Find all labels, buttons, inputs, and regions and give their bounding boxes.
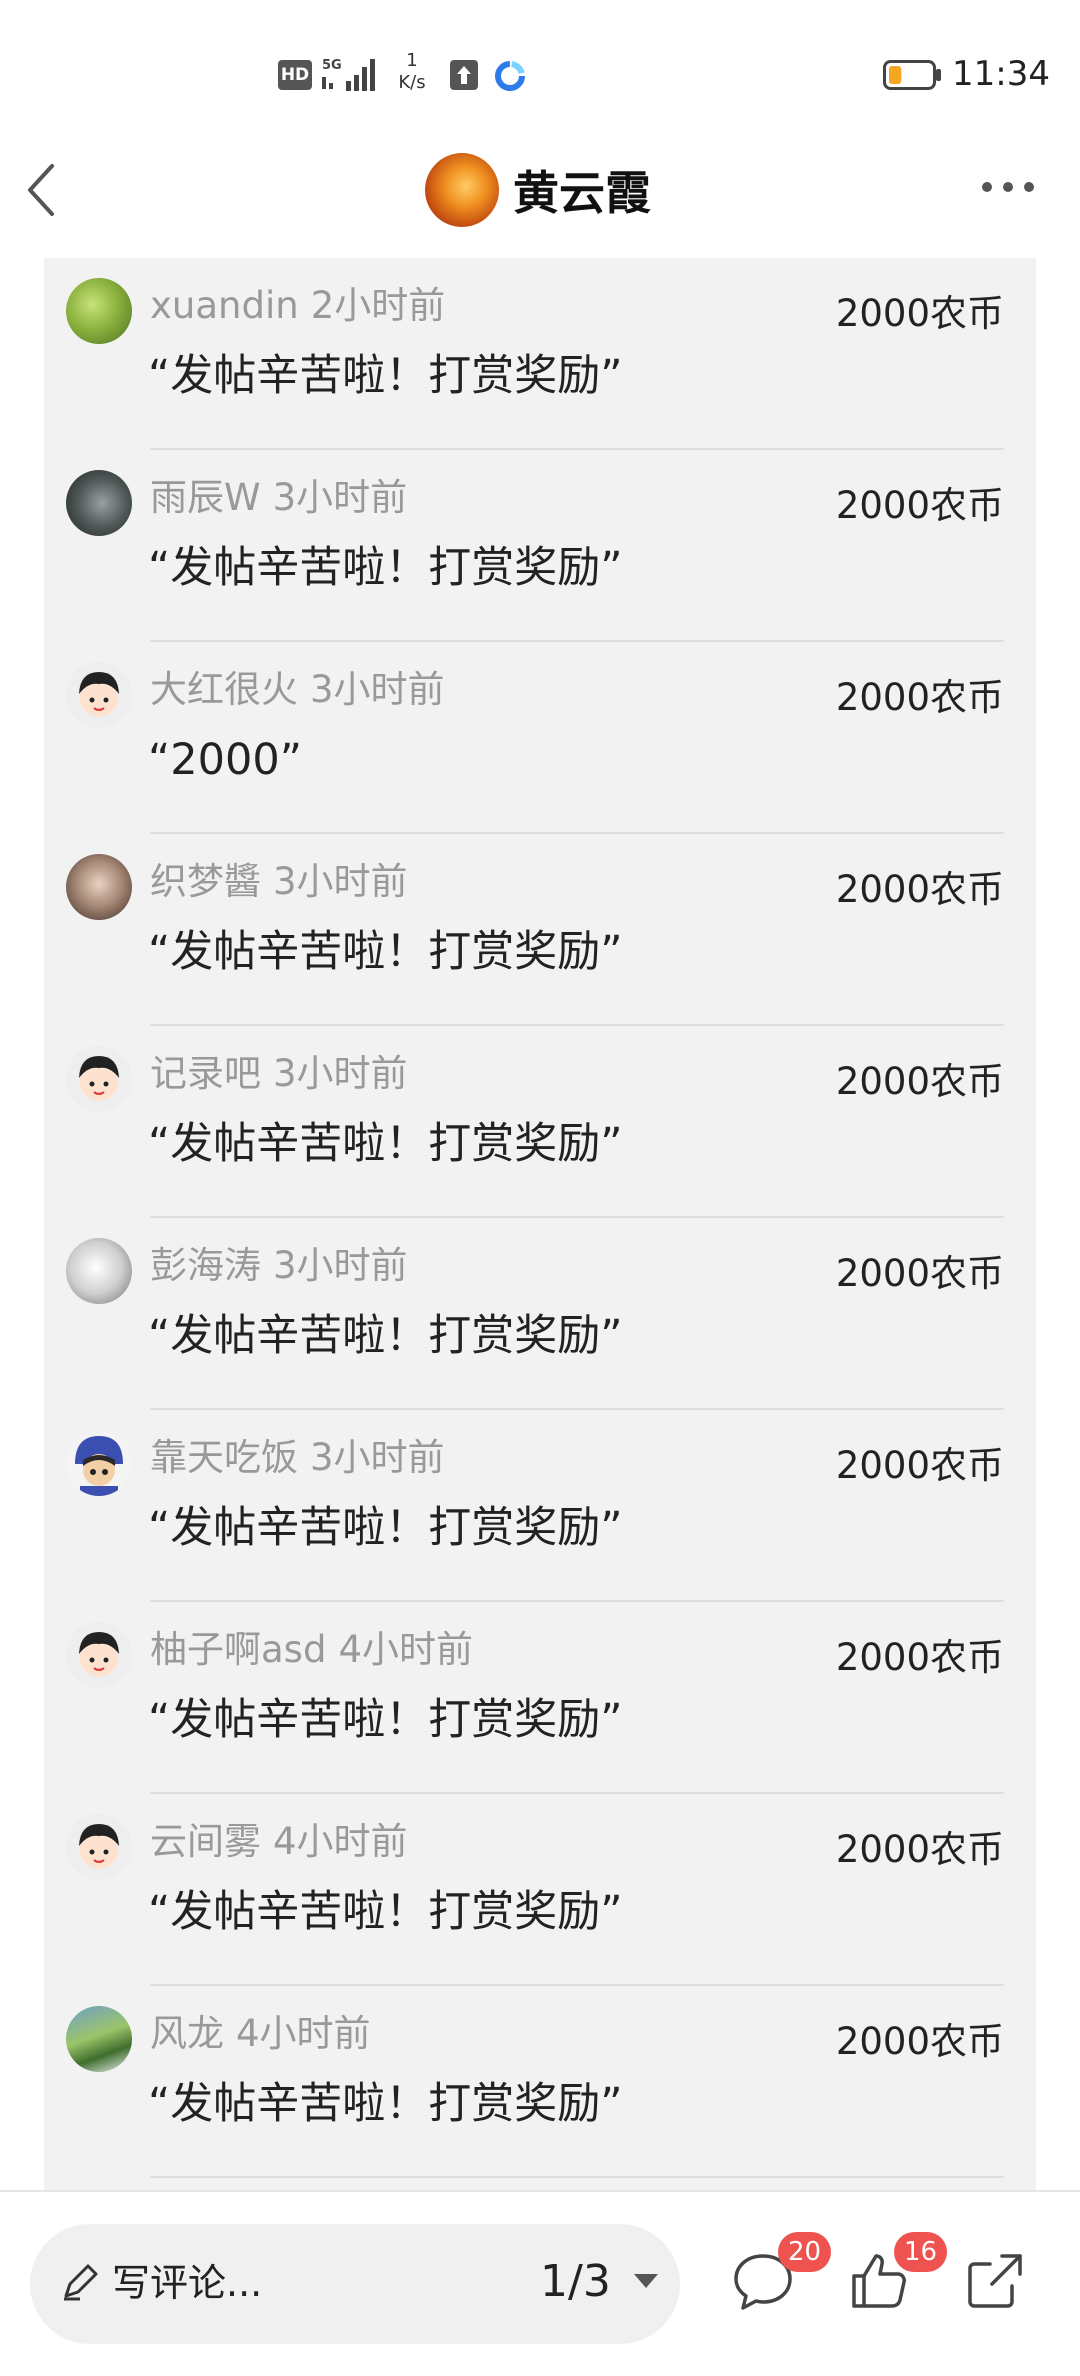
time-ago: 3小时前 <box>310 668 445 711</box>
time-ago: 2小时前 <box>310 284 446 327</box>
share-icon[interactable] <box>962 2248 1028 2314</box>
reward-list[interactable]: xuandin 2小时前 “发帖辛苦啦！打赏奖励” 2000农币 雨辰W 3小时前 … <box>44 258 1036 2190</box>
user-name-text: 记录吧 <box>150 1052 261 1095</box>
reward-message: “发帖辛苦啦！打赏奖励” <box>148 2079 623 2129</box>
reward-message: “发帖辛苦啦！打赏奖励” <box>148 1695 623 1745</box>
page-indicator[interactable]: 1/3 <box>540 2254 611 2310</box>
user-name[interactable]: 风龙 4小时前 <box>150 2012 371 2056</box>
list-item[interactable]: 靠天吃饭 3小时前 “发帖辛苦啦！打赏奖励” 2000农币 <box>44 1410 1036 1602</box>
list-item[interactable]: 织梦醬 3小时前 “发帖辛苦啦！打赏奖励” 2000农币 <box>44 834 1036 1026</box>
caret-down-icon[interactable] <box>632 2272 660 2290</box>
reward-amount: 2000农币 <box>835 2020 1004 2063</box>
time-ago: 4小时前 <box>273 1820 408 1863</box>
avatar[interactable] <box>66 470 132 536</box>
user-name-text: 靠天吃饭 <box>150 1436 298 1479</box>
time-ago: 3小时前 <box>310 1436 445 1479</box>
time-ago: 4小时前 <box>338 1628 473 1671</box>
reward-amount: 2000农币 <box>835 868 1004 911</box>
reward-message: “发帖辛苦啦！打赏奖励” <box>148 1503 623 1553</box>
comment-placeholder[interactable]: 写评论... <box>112 2258 262 2308</box>
user-name-text: xuandin <box>150 284 299 327</box>
avatar[interactable] <box>66 1814 132 1880</box>
status-bar: HD 5G 1 K/s 11:34 <box>0 0 1080 140</box>
reward-amount: 2000农币 <box>835 292 1004 335</box>
like-count-badge: 16 <box>894 2232 948 2272</box>
user-name[interactable]: 织梦醬 3小时前 <box>150 860 408 904</box>
page-title-group[interactable]: 黄云霞 <box>425 150 651 230</box>
time-ago: 4小时前 <box>236 2012 371 2055</box>
back-arrow-icon[interactable] <box>22 160 62 220</box>
user-name-text: 彭海涛 <box>150 1244 261 1287</box>
network-speed: 1 K/s <box>392 50 432 94</box>
user-name[interactable]: 彭海涛 3小时前 <box>150 1244 408 1288</box>
list-item[interactable]: 记录吧 3小时前 “发帖辛苦啦！打赏奖励” 2000农币 <box>44 1026 1036 1218</box>
user-name[interactable]: 云间雾 4小时前 <box>150 1820 408 1864</box>
signal-5g-icon: 5G <box>322 58 375 91</box>
list-item[interactable]: 彭海涛 3小时前 “发帖辛苦啦！打赏奖励” 2000农币 <box>44 1218 1036 1410</box>
reward-amount: 2000农币 <box>835 1060 1004 1103</box>
user-name[interactable]: 记录吧 3小时前 <box>150 1052 408 1096</box>
reward-amount: 2000农币 <box>835 676 1004 719</box>
avatar[interactable] <box>66 1046 132 1112</box>
hd-indicator: HD <box>278 60 312 90</box>
author-avatar[interactable] <box>425 153 499 227</box>
avatar[interactable] <box>66 854 132 920</box>
user-name[interactable]: 雨辰W 3小时前 <box>150 476 407 520</box>
user-name-text: 雨辰W <box>150 476 261 519</box>
list-item[interactable]: 云间雾 4小时前 “发帖辛苦啦！打赏奖励” 2000农币 <box>44 1794 1036 1986</box>
comment-count-badge: 20 <box>778 2232 832 2272</box>
list-item[interactable]: 风龙 4小时前 “发帖辛苦啦！打赏奖励” 2000农币 <box>44 1986 1036 2178</box>
user-name[interactable]: 靠天吃饭 3小时前 <box>150 1436 445 1480</box>
battery-icon <box>883 60 941 90</box>
reward-message: “2000” <box>148 735 302 785</box>
user-name[interactable]: xuandin 2小时前 <box>150 284 445 328</box>
more-icon[interactable] <box>980 174 1036 198</box>
user-name-text: 大红很火 <box>150 668 298 711</box>
avatar[interactable] <box>66 1430 132 1496</box>
reward-amount: 2000农币 <box>835 484 1004 527</box>
reward-amount: 2000农币 <box>835 1636 1004 1679</box>
avatar[interactable] <box>66 278 132 344</box>
avatar[interactable] <box>66 662 132 728</box>
speed-value: 1 <box>406 50 418 71</box>
reward-message: “发帖辛苦啦！打赏奖励” <box>148 543 623 593</box>
page-title: 黄云霞 <box>513 166 651 220</box>
pen-icon <box>64 2264 98 2301</box>
divider <box>150 2176 1004 2178</box>
user-name-text: 风龙 <box>150 2012 224 2055</box>
list-item[interactable]: 大红很火 3小时前 “2000” 2000农币 <box>44 642 1036 834</box>
speed-unit: K/s <box>398 72 426 93</box>
reward-message: “发帖辛苦啦！打赏奖励” <box>148 351 623 401</box>
user-name-text: 云间雾 <box>150 1820 261 1863</box>
list-item[interactable]: 柚子啊asd 4小时前 “发帖辛苦啦！打赏奖励” 2000农币 <box>44 1602 1036 1794</box>
app-loading-icon <box>495 61 525 91</box>
reward-message: “发帖辛苦啦！打赏奖励” <box>148 927 623 977</box>
reward-amount: 2000农币 <box>835 1252 1004 1295</box>
avatar[interactable] <box>66 1238 132 1304</box>
reward-message: “发帖辛苦啦！打赏奖励” <box>148 1311 623 1361</box>
reward-message: “发帖辛苦啦！打赏奖励” <box>148 1119 623 1169</box>
list-item[interactable]: 雨辰W 3小时前 “发帖辛苦啦！打赏奖励” 2000农币 <box>44 450 1036 642</box>
time-ago: 3小时前 <box>273 1244 408 1287</box>
reward-amount: 2000农币 <box>835 1444 1004 1487</box>
user-name[interactable]: 柚子啊asd 4小时前 <box>150 1628 473 1672</box>
user-name-text: 织梦醬 <box>150 860 261 903</box>
list-item[interactable]: xuandin 2小时前 “发帖辛苦啦！打赏奖励” 2000农币 <box>44 258 1036 450</box>
svg-text:5G: 5G <box>322 58 342 73</box>
time-ago: 3小时前 <box>273 860 408 903</box>
clock: 11:34 <box>952 54 1050 94</box>
upload-icon <box>450 60 478 90</box>
reward-message: “发帖辛苦啦！打赏奖励” <box>148 1887 623 1937</box>
time-ago: 3小时前 <box>272 476 408 519</box>
avatar[interactable] <box>66 2006 132 2072</box>
reward-amount: 2000农币 <box>835 1828 1004 1871</box>
user-name[interactable]: 大红很火 3小时前 <box>150 668 445 712</box>
time-ago: 3小时前 <box>273 1052 408 1095</box>
avatar[interactable] <box>66 1622 132 1688</box>
user-name-text: 柚子啊asd <box>150 1628 327 1671</box>
